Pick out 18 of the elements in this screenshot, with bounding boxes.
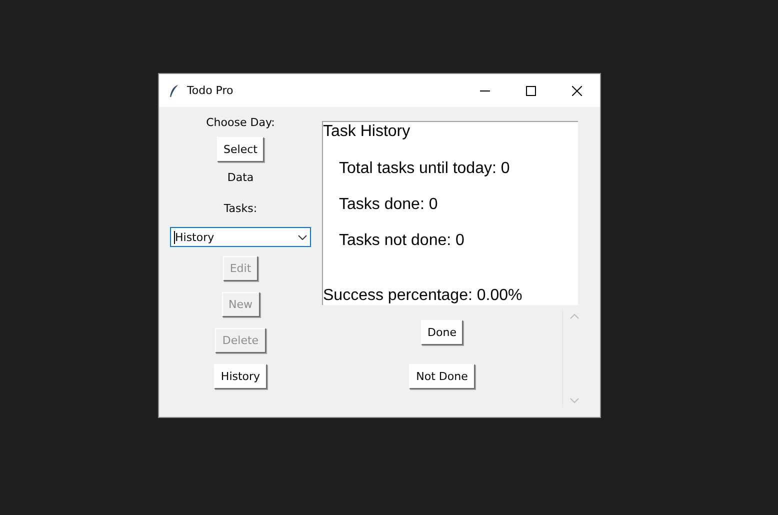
action-button[interactable]: Done bbox=[420, 320, 464, 345]
close-icon[interactable] bbox=[572, 86, 582, 96]
tasks-label: Tasks: bbox=[224, 202, 258, 215]
feather-icon bbox=[169, 84, 179, 98]
stat-line: Tasks not done: 0 bbox=[338, 232, 466, 250]
window-title: Todo Pro bbox=[187, 84, 234, 97]
success-percentage: Success percentage: 0.00% bbox=[323, 287, 524, 305]
tasks-dropdown[interactable]: History bbox=[170, 227, 311, 247]
action-button[interactable]: Not Done bbox=[409, 364, 475, 389]
maximize-icon[interactable] bbox=[526, 86, 536, 96]
stat-line: Tasks done: 0 bbox=[338, 196, 439, 214]
panel-title: Task History bbox=[323, 122, 412, 142]
choose-day-label: Choose Day: bbox=[206, 116, 275, 129]
task-button[interactable]: History bbox=[214, 364, 268, 389]
chevron-down-icon bbox=[298, 234, 307, 240]
stat-line: Total tasks until today: 0 bbox=[338, 160, 511, 178]
select-button[interactable]: Select bbox=[216, 137, 264, 162]
data-label: Data bbox=[227, 171, 254, 184]
